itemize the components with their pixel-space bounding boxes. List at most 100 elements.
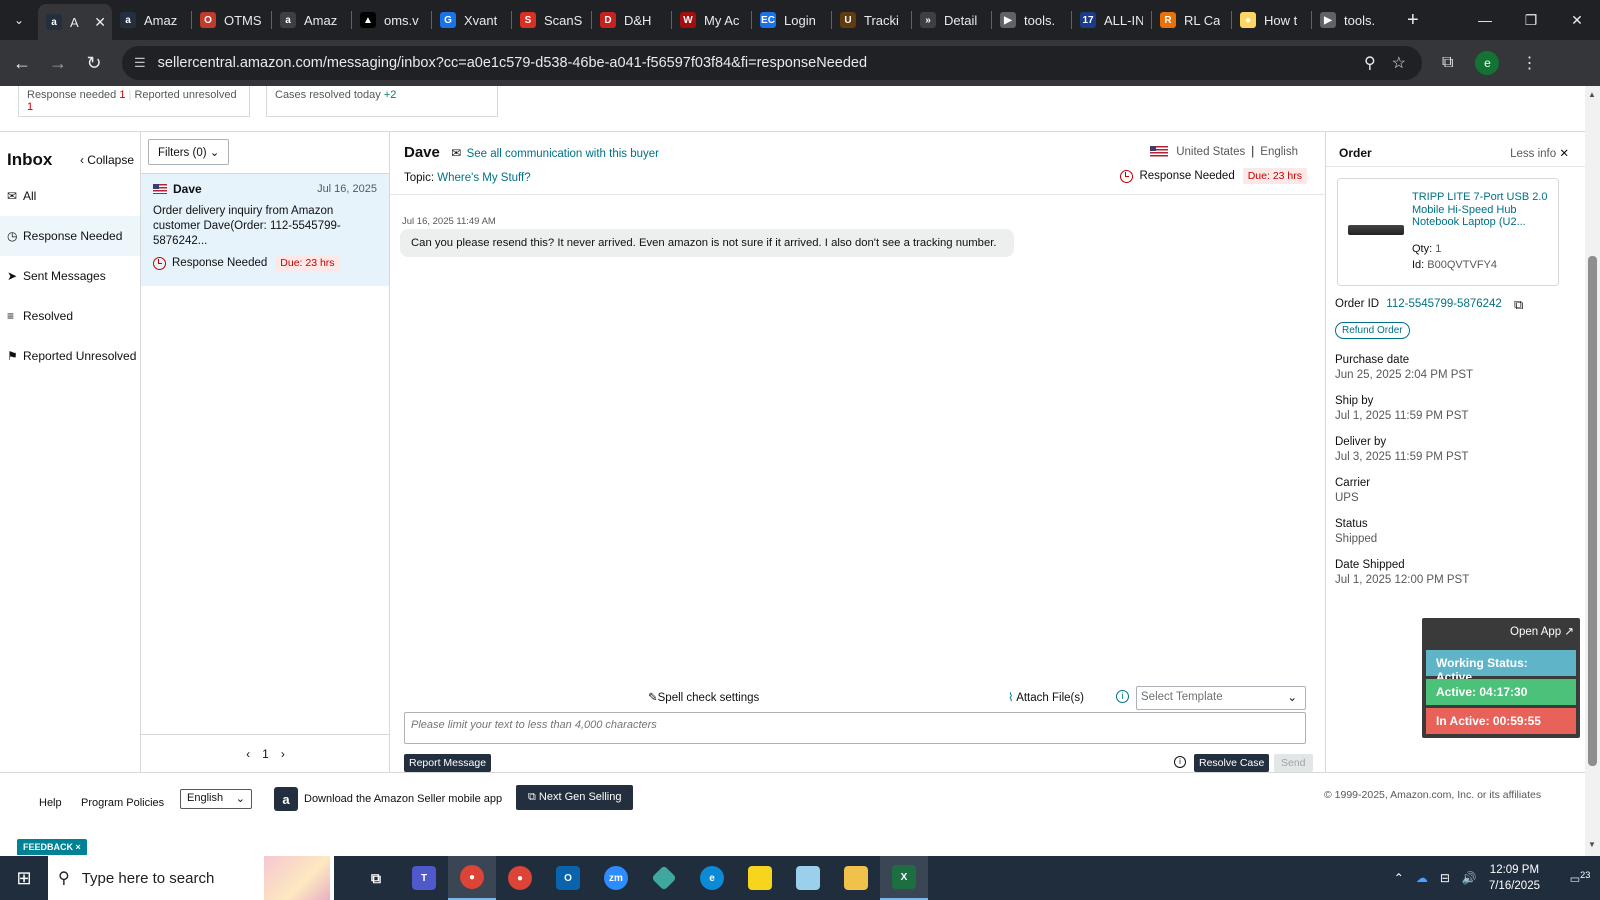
notepad-icon[interactable] [784, 856, 832, 900]
product-image[interactable] [1348, 225, 1404, 235]
feedback-tab[interactable]: FEEDBACK × [17, 839, 87, 855]
site-info-icon[interactable]: ☰ [134, 55, 146, 71]
chevron-up-icon[interactable]: ⌃ [1394, 871, 1404, 885]
sidebar-item-reported-unresolved[interactable]: ⚑ Reported Unresolved [0, 336, 140, 376]
prev-page-icon[interactable]: ‹ [246, 747, 250, 761]
minimize-icon[interactable]: — [1462, 12, 1508, 29]
program-policies-link[interactable]: Program Policies [81, 797, 164, 809]
outlook-icon[interactable]: O [544, 856, 592, 900]
app-diamond-icon[interactable] [640, 856, 688, 900]
chrome-profile-icon[interactable]: ● [496, 856, 544, 900]
browser-tab[interactable]: R RL Ca [1152, 0, 1231, 40]
browser-tab[interactable]: S ScanS [512, 0, 591, 40]
send-button[interactable]: Send [1274, 754, 1313, 772]
notifications-icon[interactable]: ▭23 [1560, 870, 1600, 886]
open-app-button[interactable]: Open App ↗ [1510, 624, 1574, 638]
external-link-icon: ⧉ [528, 791, 539, 803]
chrome-icon[interactable]: ● [448, 856, 496, 900]
tab-title: Amaz [304, 12, 338, 28]
sidebar-item-sent-messages[interactable]: ➤ Sent Messages [0, 256, 140, 296]
edge-icon[interactable]: e [688, 856, 736, 900]
scroll-up-icon[interactable]: ▲ [1588, 90, 1596, 99]
tab-search-icon[interactable]: ⌄ [0, 0, 38, 40]
less-info-button[interactable]: Less info ✕ [1510, 146, 1569, 160]
collapse-button[interactable]: ‹ Collapse [80, 153, 134, 167]
page-scrollbar[interactable]: ▲ ▼ [1585, 86, 1600, 856]
taskbar-clock[interactable]: 12:09 PM 7/16/2025 [1489, 862, 1540, 894]
spell-check-settings[interactable]: ✎Spell check settings [648, 690, 759, 704]
browser-tab[interactable]: U Tracki [832, 0, 911, 40]
help-link[interactable]: Help [39, 797, 62, 809]
browser-tab[interactable]: W My Ac [672, 0, 751, 40]
new-tab-button[interactable]: + [1407, 9, 1419, 32]
task-view-icon[interactable]: ⧉ [352, 856, 400, 900]
zoom-icon[interactable]: ⚲ [1364, 53, 1376, 73]
extensions-icon[interactable]: ⧉ [1442, 54, 1453, 72]
onedrive-icon[interactable]: ☁ [1416, 871, 1428, 885]
next-gen-selling-button[interactable]: ⧉ Next Gen Selling [516, 785, 634, 810]
browser-tab[interactable]: a Amaz [112, 0, 191, 40]
browser-tab[interactable]: O OTMS [192, 0, 271, 40]
browser-tab[interactable]: D D&H [592, 0, 671, 40]
info-icon[interactable]: i [1116, 690, 1129, 703]
response-needed-count[interactable]: 1 [119, 89, 125, 101]
back-icon[interactable]: ← [4, 53, 40, 74]
url-bar[interactable]: ☰ sellercentral.amazon.com/messaging/inb… [122, 46, 1422, 80]
sidebar-item-all[interactable]: ✉ All [0, 176, 140, 216]
close-tab-icon[interactable]: ✕ [94, 14, 106, 31]
thread-item[interactable]: Dave Jul 16, 2025 Order delivery inquiry… [141, 174, 389, 286]
volume-icon[interactable]: 🔊 [1462, 871, 1477, 885]
windows-start-icon[interactable]: ⊞ [0, 868, 48, 889]
restore-icon[interactable]: ❐ [1508, 12, 1554, 29]
forward-icon[interactable]: → [40, 53, 76, 74]
profile-avatar[interactable]: e [1475, 51, 1500, 75]
network-icon[interactable]: ⊟ [1440, 871, 1450, 885]
browser-tab[interactable]: ▶ tools. [992, 0, 1071, 40]
topic-link[interactable]: Where's My Stuff? [437, 172, 530, 184]
sidebar-item-response-needed[interactable]: ◷ Response Needed [0, 216, 140, 256]
order-id-link[interactable]: 112-5545799-5876242 [1386, 298, 1502, 310]
page-number[interactable]: 1 [262, 747, 269, 761]
paperclip-icon: ⌇ [1008, 692, 1014, 704]
sidebar-item-resolved[interactable]: ≡ Resolved [0, 296, 140, 336]
browser-tab[interactable]: a A ✕ [38, 4, 112, 40]
browser-tab[interactable]: 17 ALL-IN [1072, 0, 1151, 40]
attach-label: Attach File(s) [1016, 692, 1084, 704]
resolve-case-button[interactable]: Resolve Case [1194, 754, 1270, 772]
browser-tab[interactable]: EC Login [752, 0, 831, 40]
report-message-button[interactable]: Report Message [404, 754, 492, 772]
browser-tab[interactable]: ▶ tools. [1312, 0, 1391, 40]
close-window-icon[interactable]: ✕ [1554, 12, 1600, 29]
sticky-notes-icon[interactable] [736, 856, 784, 900]
scroll-thumb[interactable] [1588, 256, 1597, 766]
excel-icon[interactable]: X [880, 856, 928, 900]
message-input[interactable] [404, 712, 1306, 744]
scroll-down-icon[interactable]: ▼ [1588, 840, 1596, 849]
browser-tab[interactable]: G Xvant [432, 0, 511, 40]
filters-button[interactable]: Filters (0) ⌄ [148, 139, 230, 165]
copy-icon[interactable]: ⧉ [1514, 297, 1523, 313]
browser-tab[interactable]: ● How t [1232, 0, 1311, 40]
template-placeholder: Select Template [1141, 691, 1223, 703]
refund-order-button[interactable]: Refund Order [1335, 322, 1410, 339]
taskbar-search[interactable]: ⚲ Type here to search [48, 856, 334, 900]
teams-icon[interactable]: T [400, 856, 448, 900]
attach-files-button[interactable]: ⌇ Attach File(s) [1008, 690, 1084, 704]
see-all-communication-link[interactable]: See all communication with this buyer [467, 148, 659, 160]
bookmark-star-icon[interactable]: ☆ [1392, 53, 1406, 73]
language-select[interactable]: English ⌄ [180, 789, 252, 809]
file-explorer-icon[interactable] [832, 856, 880, 900]
browser-tab[interactable]: ▲ oms.v [352, 0, 431, 40]
zoom-app-icon[interactable]: zm [592, 856, 640, 900]
browser-tab[interactable]: » Detail [912, 0, 991, 40]
reload-icon[interactable]: ↻ [76, 53, 112, 74]
product-title-link[interactable]: TRIPP LITE 7-Port USB 2.0 Mobile Hi-Spee… [1412, 191, 1552, 229]
browser-tab[interactable]: a Amaz [272, 0, 351, 40]
reported-unresolved-count[interactable]: 1 [27, 101, 33, 113]
order-field-value: Shipped [1335, 533, 1378, 545]
info-icon[interactable]: i [1174, 756, 1186, 768]
seller-app-download[interactable]: a Download the Amazon Seller mobile app [274, 787, 502, 811]
browser-menu-icon[interactable]: ⋮ [1521, 53, 1537, 73]
next-page-icon[interactable]: › [281, 747, 285, 761]
template-select[interactable]: Select Template ⌄ [1136, 686, 1306, 710]
